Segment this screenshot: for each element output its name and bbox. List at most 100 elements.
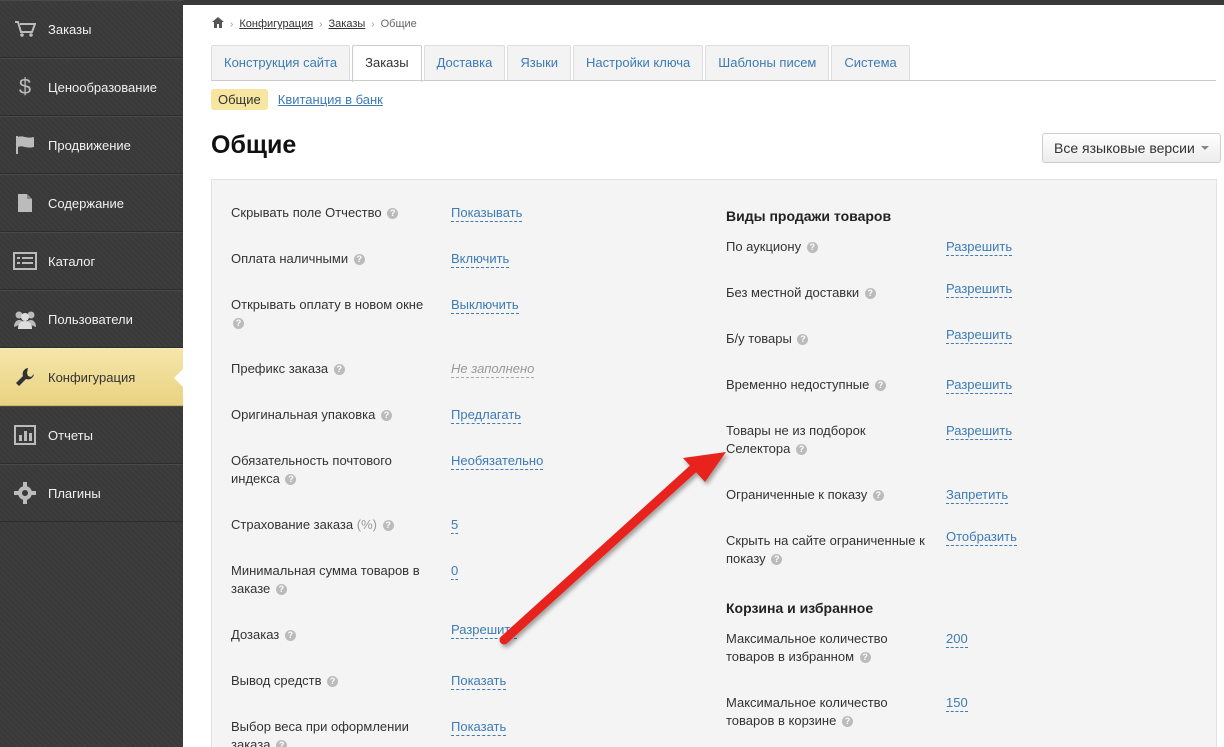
setting-label: Ограниченные к показу — [726, 487, 868, 502]
tabs-divider — [211, 80, 1216, 81]
sidebar-item-label: Плагины — [48, 485, 101, 501]
subnav-bank-receipt-link[interactable]: Квитанция в банк — [278, 92, 383, 107]
setting-value[interactable]: Разрешить — [946, 422, 1013, 440]
home-icon[interactable] — [212, 17, 224, 31]
language-versions-dropdown[interactable]: Все языковые версии — [1042, 133, 1221, 163]
users-icon — [12, 308, 38, 330]
sidebar: Заказы $ Ценообразование Продвижение Сод… — [0, 0, 183, 747]
sidebar-item-reports[interactable]: Отчеты — [0, 406, 183, 464]
list-icon — [12, 250, 38, 272]
sidebar-item-label: Содержание — [48, 195, 124, 211]
sidebar-item-plugins[interactable]: Плагины — [0, 464, 183, 522]
setting-row: Обязательность почтового индекса ? Необя… — [231, 452, 544, 488]
setting-value[interactable]: Разрешить — [946, 238, 1013, 256]
subnav-general-active[interactable]: Общие — [211, 89, 268, 110]
setting-row: Минимальная сумма товаров в заказе ? 0 — [231, 562, 459, 598]
setting-label: Скрыть на сайте ограниченные к показу — [726, 533, 925, 566]
help-icon[interactable]: ? — [381, 410, 393, 422]
setting-label: Обязательность почтового индекса — [231, 453, 392, 486]
setting-row: Страхование заказа (%) ? 5 — [231, 516, 459, 534]
sidebar-item-configuration[interactable]: Конфигурация — [0, 348, 183, 406]
setting-value[interactable]: Необязательно — [451, 452, 544, 470]
setting-row: Открывать оплату в новом окне? Выключить — [231, 296, 519, 332]
help-icon[interactable]: ? — [874, 380, 886, 392]
sidebar-item-label: Заказы — [48, 21, 92, 37]
setting-row: Без местной доставки ? Разрешить — [726, 281, 1013, 302]
help-icon[interactable]: ? — [806, 242, 818, 254]
setting-value[interactable]: Разрешить — [946, 326, 1013, 344]
help-icon[interactable]: ? — [872, 490, 884, 502]
tab-site-construction[interactable]: Конструкция сайта — [211, 45, 351, 81]
setting-value[interactable]: Предлагать — [451, 406, 522, 424]
setting-value[interactable]: Разрешить — [946, 280, 1013, 298]
breadcrumb-separator: › — [319, 18, 323, 30]
setting-label: Дозаказ — [231, 627, 280, 642]
help-icon[interactable]: ? — [275, 584, 287, 596]
setting-value[interactable]: Не заполнено — [451, 360, 535, 378]
sidebar-item-promotion[interactable]: Продвижение — [0, 116, 183, 174]
sidebar-item-catalog[interactable]: Каталог — [0, 232, 183, 290]
page-title: Общие — [211, 131, 297, 159]
sidebar-item-label: Отчеты — [48, 427, 93, 443]
tab-key-settings[interactable]: Настройки ключа — [573, 45, 704, 81]
breadcrumb: › Конфигурация › Заказы › Общие — [212, 17, 417, 31]
setting-value[interactable]: 150 — [946, 694, 968, 712]
setting-value[interactable]: Выключить — [451, 296, 519, 314]
setting-label: Выбор веса при оформлении заказа — [231, 719, 409, 747]
setting-value[interactable]: 5 — [451, 516, 459, 534]
help-icon[interactable]: ? — [859, 652, 871, 664]
help-icon[interactable]: ? — [284, 630, 296, 642]
help-icon[interactable]: ? — [864, 288, 876, 300]
bar-chart-icon — [12, 424, 38, 446]
setting-row: Максимальное количество товаров в корзин… — [726, 694, 968, 730]
sidebar-item-label: Каталог — [48, 253, 96, 269]
setting-label: Б/у товары — [726, 331, 792, 346]
help-icon[interactable]: ? — [797, 334, 809, 346]
setting-label: Скрывать поле Отчество — [231, 205, 382, 220]
help-icon[interactable]: ? — [387, 208, 399, 220]
help-icon[interactable]: ? — [771, 554, 783, 566]
setting-row: Максимальное количество товаров в избран… — [726, 630, 968, 666]
tab-email-templates[interactable]: Шаблоны писем — [705, 45, 830, 81]
sidebar-item-orders[interactable]: Заказы — [0, 0, 183, 58]
setting-value[interactable]: 200 — [946, 630, 968, 648]
setting-value[interactable]: 0 — [451, 562, 459, 580]
help-icon[interactable]: ? — [382, 520, 394, 532]
setting-value[interactable]: Отобразить — [946, 528, 1017, 546]
tab-languages[interactable]: Языки — [507, 45, 572, 81]
setting-row: Дозаказ ? Разрешить — [231, 622, 518, 644]
tab-system[interactable]: Система — [831, 45, 910, 81]
breadcrumb-configuration[interactable]: Конфигурация — [239, 18, 313, 30]
setting-value[interactable]: Показать — [451, 718, 507, 736]
setting-value[interactable]: Показать — [451, 672, 507, 690]
setting-label: Страхование заказа — [231, 517, 354, 532]
sidebar-item-pricing[interactable]: $ Ценообразование — [0, 58, 183, 116]
settings-panel: Скрывать поле Отчество ? Показывать Опла… — [211, 179, 1217, 747]
setting-value[interactable]: Разрешить — [946, 376, 1013, 394]
tab-orders[interactable]: Заказы — [352, 45, 422, 82]
setting-value[interactable]: Включить — [451, 250, 510, 268]
sidebar-item-content[interactable]: Содержание — [0, 174, 183, 232]
sidebar-item-label: Продвижение — [48, 137, 131, 153]
breadcrumb-orders[interactable]: Заказы — [329, 18, 366, 30]
setting-value[interactable]: Запретить — [946, 486, 1009, 504]
help-icon[interactable]: ? — [327, 676, 339, 688]
setting-row: Временно недоступные ? Разрешить — [726, 376, 1013, 394]
setting-value[interactable]: Разрешить — [451, 621, 518, 639]
setting-value[interactable]: Показывать — [451, 204, 523, 222]
setting-label: Оплата наличными — [231, 251, 349, 266]
help-icon[interactable]: ? — [795, 444, 807, 456]
help-icon[interactable]: ? — [285, 474, 297, 486]
setting-label: Оригинальная упаковка — [231, 407, 376, 422]
help-icon[interactable]: ? — [841, 716, 853, 728]
help-icon[interactable]: ? — [276, 740, 288, 747]
setting-row: Скрыть на сайте ограниченные к показу ? … — [726, 529, 1017, 568]
setting-row: Б/у товары ? Разрешить — [726, 327, 1013, 348]
help-icon[interactable]: ? — [333, 364, 345, 376]
sidebar-item-users[interactable]: Пользователи — [0, 290, 183, 348]
tab-delivery[interactable]: Доставка — [423, 45, 506, 81]
breadcrumb-separator: › — [230, 18, 234, 30]
help-icon[interactable]: ? — [233, 318, 244, 330]
help-icon[interactable]: ? — [353, 254, 365, 266]
wrench-icon — [12, 366, 38, 388]
